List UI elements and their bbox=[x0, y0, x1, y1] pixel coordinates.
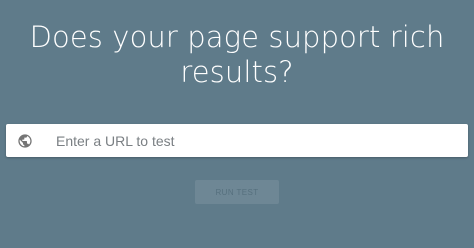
run-test-button[interactable]: RUN TEST bbox=[195, 180, 279, 204]
url-input-container[interactable] bbox=[6, 124, 468, 157]
page-title: Does your page support rich results? bbox=[0, 20, 474, 90]
globe-icon bbox=[17, 133, 33, 149]
page-title-line-1: Does your page support rich bbox=[29, 20, 445, 54]
url-input[interactable] bbox=[56, 130, 436, 151]
page-title-line-2: results? bbox=[180, 55, 294, 89]
